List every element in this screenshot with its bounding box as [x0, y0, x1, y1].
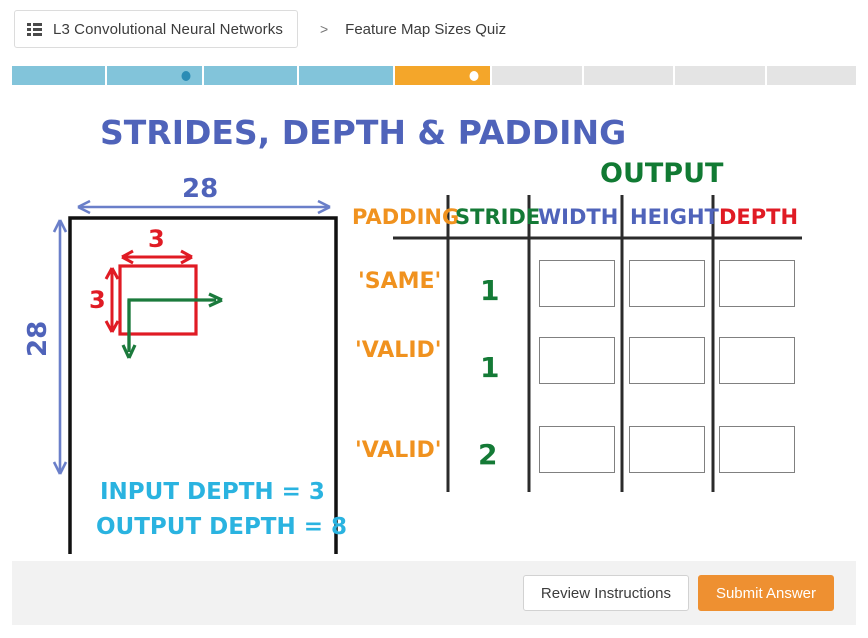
answer-height-row-1[interactable]	[629, 337, 705, 384]
progress-segment-3[interactable]	[203, 66, 298, 85]
input-height-label: 28	[23, 321, 53, 357]
answer-height-row-2[interactable]	[629, 426, 705, 473]
row-stride-0: 1	[480, 274, 499, 307]
input-width-label: 28	[182, 174, 218, 204]
output-group-label: OUTPUT	[600, 158, 724, 189]
progress-segment-9[interactable]	[766, 66, 856, 85]
row-padding-2: 'VALID'	[355, 438, 442, 463]
whiteboard-diagram: STRIDES, DEPTH & PADDING OUTPUT 28 28 3 …	[0, 92, 868, 554]
progress-segment-7[interactable]	[583, 66, 674, 85]
progress-bar	[12, 66, 856, 85]
progress-segment-5[interactable]	[394, 66, 491, 85]
row-stride-1: 1	[480, 351, 499, 384]
row-padding-0: 'SAME'	[358, 269, 441, 294]
answer-width-row-1[interactable]	[539, 337, 615, 384]
progress-segment-2[interactable]	[107, 66, 202, 85]
progress-dot-2	[181, 70, 191, 81]
breadcrumb-separator: >	[319, 21, 329, 37]
breadcrumb-current-page: Feature Map Sizes Quiz	[345, 20, 507, 38]
row-padding-1: 'VALID'	[355, 338, 442, 363]
table-header-stride: STRIDE	[455, 205, 540, 229]
list-icon	[27, 22, 42, 36]
answer-depth-row-1[interactable]	[719, 337, 795, 384]
progress-dot-5	[469, 70, 479, 81]
answer-depth-row-2[interactable]	[719, 426, 795, 473]
table-header-padding: PADDING	[352, 205, 459, 229]
progress-segment-1[interactable]	[12, 66, 106, 85]
submit-answer-button[interactable]: Submit Answer	[697, 575, 834, 611]
progress-segment-6[interactable]	[492, 66, 582, 85]
filter-height-label: 3	[89, 286, 106, 314]
input-depth-text: INPUT DEPTH = 3	[100, 479, 325, 505]
row-stride-2: 2	[478, 438, 497, 471]
breadcrumb-course-label: L3 Convolutional Neural Networks	[53, 20, 283, 38]
review-instructions-button[interactable]: Review Instructions	[522, 575, 689, 611]
answer-width-row-2[interactable]	[539, 426, 615, 473]
table-header-depth: DEPTH	[719, 205, 798, 229]
progress-segment-8[interactable]	[675, 66, 765, 85]
answer-width-row-0[interactable]	[539, 260, 615, 307]
filter-width-label: 3	[148, 225, 165, 253]
table-header-height: HEIGHT	[630, 205, 720, 229]
output-depth-text: OUTPUT DEPTH = 8	[96, 514, 347, 540]
quiz-page: L3 Convolutional Neural Networks > Featu…	[0, 0, 868, 638]
diagram-title: STRIDES, DEPTH & PADDING	[100, 113, 626, 152]
stride-direction-arrows	[121, 292, 223, 359]
filter-height-dimension	[104, 267, 120, 333]
answer-depth-row-0[interactable]	[719, 260, 795, 307]
table-header-width: WIDTH	[538, 205, 618, 229]
answer-height-row-0[interactable]	[629, 260, 705, 307]
input-height-dimension	[52, 219, 68, 475]
footer-actions: Review Instructions Submit Answer	[12, 561, 856, 625]
progress-segment-4[interactable]	[299, 66, 393, 85]
breadcrumb-course-button[interactable]: L3 Convolutional Neural Networks	[14, 10, 298, 48]
breadcrumb: L3 Convolutional Neural Networks > Featu…	[0, 0, 868, 58]
